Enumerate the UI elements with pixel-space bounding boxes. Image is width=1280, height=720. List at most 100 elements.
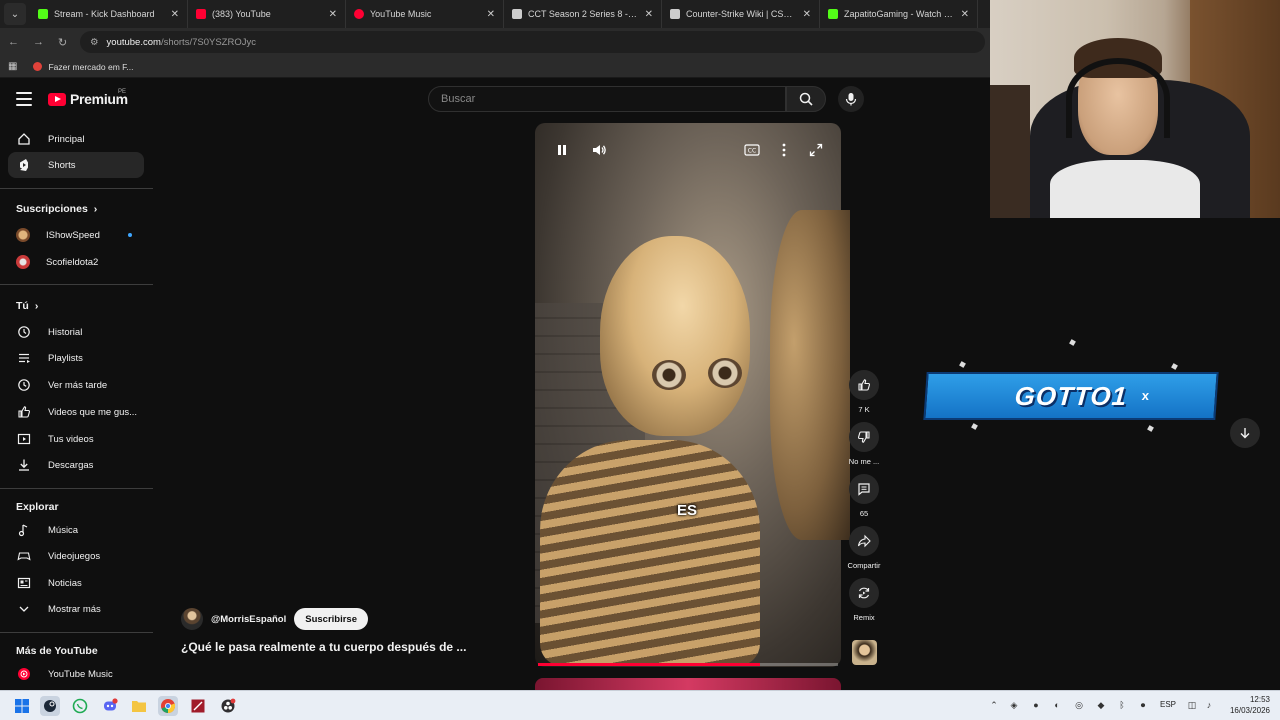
sidebar-item-label: Historial [48,326,83,338]
like-button[interactable] [849,370,879,400]
menu-icon[interactable] [16,92,32,106]
forward-icon[interactable]: → [33,36,44,48]
tray-app-icon[interactable]: ◐ [1051,699,1063,711]
pause-button[interactable] [551,139,573,161]
more-options-button[interactable] [773,139,795,161]
shorts-icon [16,157,32,173]
whatsapp-icon[interactable] [70,696,90,716]
sidebar-item-musica[interactable]: Música [8,517,144,543]
remix-button[interactable] [849,578,879,608]
chevron-up-icon[interactable]: ⌃ [988,699,1000,711]
sidebar-item-label: Noticias [48,577,82,589]
subscribe-button[interactable]: Suscribirse [294,608,368,630]
close-icon[interactable]: ✕ [329,9,337,20]
sidebar-item-videojuegos[interactable]: Videojuegos [8,543,144,569]
subscriptions-title[interactable]: Suscripciones › [16,203,97,215]
tab-title: CCT Season 2 Series 8 - Liquipedia [528,9,639,19]
apps-grid-icon[interactable]: ▦ [8,61,17,72]
browser-tab[interactable]: CCT Season 2 Series 8 - Liquipedia ✕ [504,0,662,28]
youtube-music-icon [16,666,32,682]
channel-avatar[interactable] [181,608,203,630]
sidebar-item-scofieldota2[interactable]: Scofieldota2 [8,249,144,275]
video-frame-skeleton-ribs [540,440,760,666]
address-toolbar: ← → ↻ ⚙ youtube.com/shorts/7S0YSZROJyc [0,28,990,56]
reload-icon[interactable]: ↻ [58,36,67,49]
file-explorer-icon[interactable] [129,696,149,716]
more-from-youtube-title: Más de YouTube [16,645,98,657]
video-progress-fill [538,663,760,666]
youtube-logo[interactable]: Premium PE [48,89,128,107]
search-icon [799,92,813,106]
sidebar-item-label: Tus videos [48,433,94,445]
speaker-icon[interactable]: ♪ [1203,699,1215,711]
browser-tab[interactable]: YouTube Music ✕ [346,0,504,28]
microphone-icon[interactable]: ⏺ [1137,699,1149,711]
short-title[interactable]: ¿Qué le pasa realmente a tu cuerpo despu… [181,640,466,654]
steam-icon[interactable] [40,696,60,716]
volume-button[interactable] [588,139,610,161]
browser-tab[interactable]: Stream - Kick Dashboard ✕ [30,0,188,28]
site-info-icon[interactable]: ⚙ [90,37,99,48]
fullscreen-button[interactable] [805,139,827,161]
music-icon [16,522,32,538]
search-button[interactable] [786,86,826,112]
new-content-dot [128,233,132,237]
os-taskbar: ⌃ ◈ ● ◐ ◎ ◆ ᛒ ⏺ ESP ◫ ♪ 12:53 16/03/2026 [0,690,1280,720]
search-input[interactable]: Buscar [428,86,786,112]
channel-row: @MorrisEspañol Suscribirse [181,608,368,630]
network-icon[interactable]: ◫ [1186,699,1198,711]
close-icon[interactable]: ✕ [171,9,179,20]
voice-search-button[interactable] [838,86,864,112]
close-icon[interactable]: ✕ [961,9,969,20]
browser-tab-strip: ⌄ Stream - Kick Dashboard ✕ (383) YouTube… [0,0,990,28]
sidebar-item-youtube-music[interactable]: YouTube Music [8,661,144,687]
bookmark-item[interactable]: Fazer mercado em F... [33,62,133,72]
sidebar-item-principal[interactable]: Principal [8,126,144,152]
input-language[interactable]: ESP [1160,700,1176,709]
video-progress-bar[interactable] [538,663,838,666]
comments-button[interactable] [849,474,879,504]
browser-tab[interactable]: Counter-Strike Wiki | CS2 | Liquipedia ✕ [662,0,820,28]
discord-icon[interactable] [100,696,120,716]
system-clock[interactable]: 12:53 16/03/2026 [1230,694,1270,716]
steam-tray-icon[interactable]: ◎ [1073,699,1085,711]
you-title[interactable]: Tú › [16,300,38,312]
sidebar-item-descargas[interactable]: Descargas [8,452,144,478]
sidebar-item-shorts[interactable]: Shorts [8,152,144,178]
channel-name[interactable]: @MorrisEspañol [211,614,286,625]
url-field[interactable]: ⚙ youtube.com/shorts/7S0YSZROJyc [80,31,985,53]
sidebar-item-mostrar-mas[interactable]: Mostrar más [8,596,144,622]
sidebar-item-ver-mas-tarde[interactable]: Ver más tarde [8,372,144,398]
obs-editor-icon[interactable] [188,696,208,716]
bluetooth-icon[interactable]: ᛒ [1116,699,1128,711]
browser-tab[interactable]: (383) YouTube ✕ [188,0,346,28]
sidebar-item-videos-que-me-gustan[interactable]: Videos que me gus... [8,399,144,425]
tray-app-icon[interactable]: ◆ [1095,699,1107,711]
tray-app-icon[interactable]: ● [1030,699,1042,711]
browser-tab[interactable]: ZapatitoGaming - Watch clips on Kick ✕ [820,0,978,28]
sidebar-item-noticias[interactable]: Noticias [8,570,144,596]
share-button[interactable] [849,526,879,556]
chrome-icon[interactable] [158,696,178,716]
dislike-button[interactable] [849,422,879,452]
sidebar-item-historial[interactable]: Historial [8,319,144,345]
close-icon[interactable]: ✕ [487,9,495,20]
banner-shard [959,361,966,368]
back-icon[interactable]: ← [8,36,19,48]
sidebar: Principal Shorts Suscripciones › IShowSpe… [0,124,153,690]
next-short-button[interactable] [1230,418,1260,448]
audio-source-thumbnail[interactable] [852,640,877,665]
sidebar-item-ishowspeed[interactable]: IShowSpeed [8,222,144,248]
webcam-shirt [1050,160,1200,218]
close-icon[interactable]: ✕ [803,9,811,20]
next-short-preview[interactable] [535,678,841,690]
captions-button[interactable]: CC [741,139,763,161]
close-icon[interactable]: ✕ [645,9,653,20]
tab-search-button[interactable]: ⌄ [4,3,26,25]
sidebar-item-playlists[interactable]: Playlists [8,345,144,371]
sidebar-item-tus-videos[interactable]: Tus videos [8,426,144,452]
bookmark-label: Fazer mercado em F... [48,61,134,72]
windows-start-icon[interactable] [12,696,32,716]
obs-studio-icon[interactable] [218,696,238,716]
tray-app-icon[interactable]: ◈ [1008,699,1020,711]
